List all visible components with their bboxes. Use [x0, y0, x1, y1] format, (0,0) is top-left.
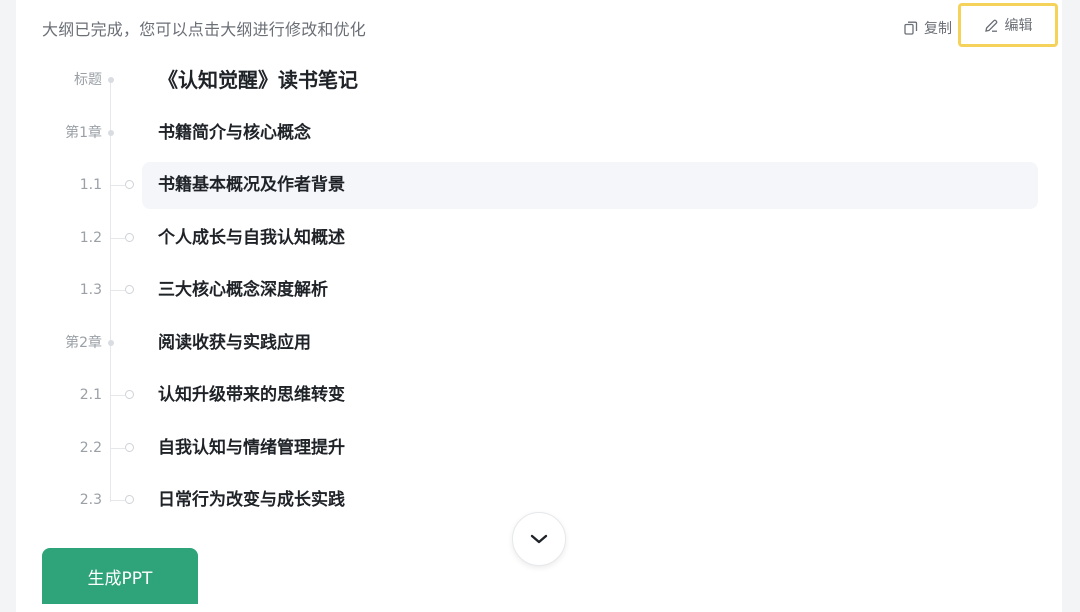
copy-label: 复制 — [924, 21, 952, 37]
node-ring-icon — [125, 495, 134, 504]
branch-line — [111, 500, 125, 501]
outline-number: 1.1 — [79, 177, 102, 193]
node-ring-icon — [125, 232, 134, 242]
outline-section-item[interactable]: 2.2 自我认知与情绪管理提升 — [16, 424, 1062, 472]
outline-number: 第2章 — [65, 334, 102, 351]
outline-section-item[interactable]: 1.3 三大核心概念深度解析 — [16, 266, 1062, 314]
outline-number: 标题 — [74, 72, 102, 88]
outline-section-item[interactable]: 1.2 个人成长与自我认知概述 — [16, 214, 1062, 262]
edit-button[interactable]: 编辑 — [958, 3, 1058, 47]
outline-section-item[interactable]: 2.1 认知升级带来的思维转变 — [16, 371, 1062, 419]
edit-label: 编辑 — [1004, 18, 1033, 34]
outline-number: 1.2 — [79, 229, 102, 246]
branch-line — [111, 237, 125, 239]
outline-text[interactable]: 认知升级带来的思维转变 — [158, 371, 345, 419]
scroll-down-button[interactable] — [512, 512, 566, 566]
outline-text[interactable]: 自我认知与情绪管理提升 — [158, 424, 345, 472]
outline-text[interactable]: 《认知觉醒》读书笔记 — [158, 56, 358, 104]
outline-text[interactable]: 书籍基本概况及作者背景 — [158, 161, 345, 209]
node-ring-icon — [125, 442, 134, 452]
copy-icon — [904, 21, 918, 35]
chevron-down-icon — [529, 533, 549, 545]
outline-section-item[interactable]: 1.1 书籍基本概况及作者背景 — [16, 161, 1062, 209]
generate-ppt-button[interactable]: 生成PPT — [42, 548, 198, 604]
outline-chapter-item[interactable]: 第1章 书籍简介与核心概念 — [16, 109, 1062, 157]
branch-line — [111, 185, 125, 186]
node-ring-icon — [125, 180, 134, 189]
outline-number: 2.1 — [79, 387, 102, 403]
pencil-icon — [984, 18, 999, 33]
status-message: 大纲已完成，您可以点击大纲进行修改和优化 — [42, 20, 367, 39]
branch-line — [111, 290, 125, 291]
outline-text[interactable]: 日常行为改变与成长实践 — [158, 476, 345, 524]
outline-text[interactable]: 个人成长与自我认知概述 — [158, 214, 345, 262]
node-ring-icon — [125, 285, 134, 294]
outline-number: 1.3 — [79, 282, 102, 298]
outline-number: 2.3 — [79, 492, 102, 508]
outline-text[interactable]: 三大核心概念深度解析 — [158, 266, 328, 314]
node-dot-icon — [108, 339, 114, 346]
node-dot-icon — [108, 129, 114, 136]
outline-number: 第1章 — [65, 124, 102, 141]
outline-text[interactable]: 阅读收获与实践应用 — [158, 319, 311, 367]
node-ring-icon — [125, 390, 134, 399]
node-dot-icon — [108, 77, 114, 83]
branch-line — [111, 395, 125, 396]
copy-button[interactable]: 复制 — [904, 14, 952, 42]
branch-line — [111, 447, 125, 449]
outline-title-item[interactable]: 标题 《认知觉醒》读书笔记 — [16, 56, 1062, 104]
outline-card: 大纲已完成，您可以点击大纲进行修改和优化 复制 编辑 标题 《认知觉醒》读书笔记第… — [16, 0, 1062, 612]
outline-text[interactable]: 书籍简介与核心概念 — [158, 109, 311, 157]
outline-chapter-item[interactable]: 第2章 阅读收获与实践应用 — [16, 319, 1062, 367]
outline-number: 2.2 — [79, 439, 102, 456]
